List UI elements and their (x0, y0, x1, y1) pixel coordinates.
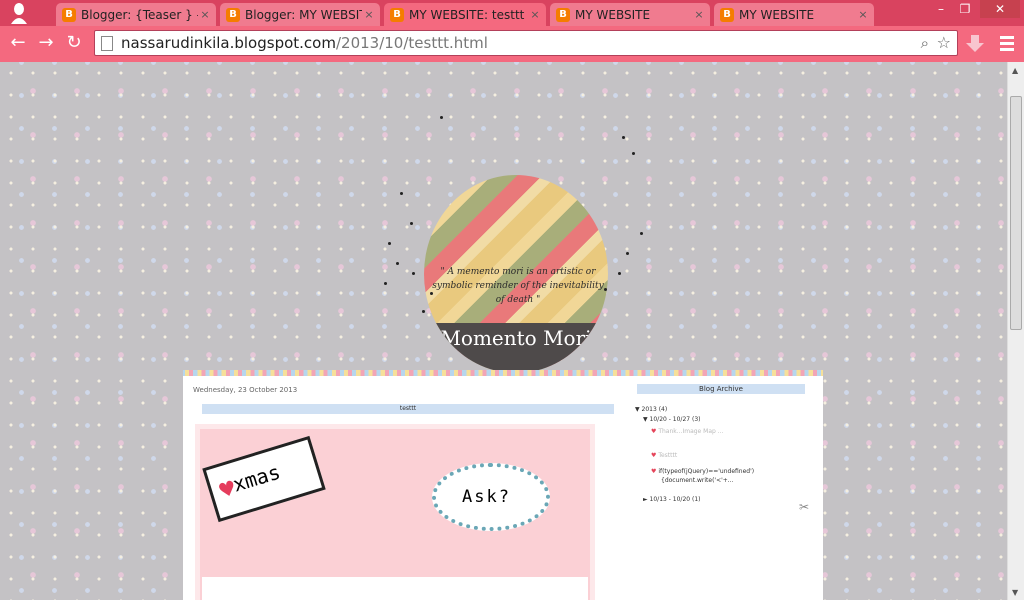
blog-archive-title: Blog Archive (637, 384, 805, 394)
xmas-label: xmas (229, 459, 284, 497)
archive-post-2[interactable]: ♥ Testttt (651, 452, 677, 459)
decorative-strip (202, 577, 588, 600)
bookmark-star-icon[interactable]: ☆ (937, 33, 951, 52)
archive-post-3[interactable]: ♥ if(typeof(jQuery)=='undefined') (651, 468, 754, 475)
blogger-favicon-icon: B (62, 7, 76, 22)
blog-main-container: Wednesday, 23 October 2013 testtt ♥ xmas… (183, 370, 823, 600)
tab-blogger-teaser[interactable]: B Blogger: {Teaser } - C × (56, 3, 216, 26)
tab-title: MY WEBSITE (575, 7, 651, 22)
blog-name: Momento Mori (440, 326, 592, 350)
tab-title: MY WEBSITE: testtt (409, 7, 525, 22)
tab-my-website-testtt[interactable]: B MY WEBSITE: testtt × (384, 3, 546, 26)
reload-button[interactable]: ↻ (62, 31, 86, 55)
profile-avatar-icon[interactable] (10, 2, 28, 24)
tab-my-website-2[interactable]: B MY WEBSITE × (714, 3, 874, 26)
heart-bullet-icon: ♥ (651, 468, 657, 475)
tools-icon[interactable]: ✂ (799, 500, 809, 514)
browser-chrome: B Blogger: {Teaser } - C × B Blogger: MY… (0, 0, 1024, 62)
scroll-up-icon[interactable]: ▲ (1012, 66, 1018, 75)
tab-close-icon[interactable]: × (198, 8, 212, 21)
page-icon (101, 36, 113, 51)
tab-my-website[interactable]: B MY WEBSITE × (550, 3, 710, 26)
close-window-button[interactable]: ✕ (980, 0, 1020, 18)
ask-label: Ask? (462, 487, 511, 507)
forward-button[interactable]: → (34, 31, 58, 55)
post-image: ♥ xmas Ask? (195, 424, 595, 600)
tab-title: Blogger: MY WEBSITE (245, 7, 362, 22)
tab-strip: B Blogger: {Teaser } - C × B Blogger: MY… (0, 0, 1024, 26)
minimize-button[interactable]: – (928, 0, 954, 18)
post-date: Wednesday, 23 October 2013 (193, 386, 298, 394)
url-text[interactable]: nassarudinkila.blogspot.com/2013/10/test… (121, 34, 488, 52)
post-title[interactable]: testtt (202, 404, 614, 414)
tab-blogger-my-website[interactable]: B Blogger: MY WEBSITE × (220, 3, 380, 26)
archive-post-3-continued[interactable]: {document.write('<'+... (661, 477, 734, 484)
archive-week-1013-1020[interactable]: ► 10/13 - 10/20 (1) (643, 496, 701, 503)
scroll-down-icon[interactable]: ▼ (1012, 588, 1018, 597)
menu-icon[interactable] (996, 33, 1018, 53)
heart-bullet-icon: ♥ (651, 428, 657, 435)
blogger-favicon-icon: B (720, 7, 734, 22)
search-icon[interactable]: ⌕ (921, 34, 929, 52)
blogger-favicon-icon: B (226, 7, 240, 22)
scroll-thumb[interactable] (1010, 96, 1022, 330)
address-bar[interactable]: nassarudinkila.blogspot.com/2013/10/test… (94, 30, 958, 56)
download-icon[interactable] (964, 33, 986, 53)
archive-post-1[interactable]: ♥ Thank...Image Map ... (651, 428, 723, 435)
tab-close-icon[interactable]: × (362, 8, 376, 21)
page-content: " A memento mori is an artistic or symbo… (0, 62, 1007, 600)
sidebar: Blog Archive (637, 384, 813, 394)
xmas-sign[interactable]: ♥ xmas (202, 435, 326, 523)
vertical-scrollbar[interactable]: ▲ ▼ (1007, 62, 1024, 600)
header-quote: " A memento mori is an artistic or symbo… (432, 267, 604, 305)
restore-button[interactable]: ❐ (952, 0, 978, 18)
tab-close-icon[interactable]: × (856, 8, 870, 21)
tab-title: Blogger: {Teaser } - C (81, 7, 198, 22)
blogger-favicon-icon: B (556, 7, 570, 22)
tab-close-icon[interactable]: × (528, 8, 542, 21)
archive-week-1020-1027[interactable]: ▼ 10/20 - 10/27 (3) (643, 416, 701, 423)
back-button[interactable]: ← (6, 31, 30, 55)
ask-bubble[interactable]: Ask? (432, 463, 550, 531)
tab-close-icon[interactable]: × (692, 8, 706, 21)
archive-year-2013[interactable]: ▼ 2013 (4) (635, 406, 667, 413)
tab-title: MY WEBSITE (739, 7, 815, 22)
blogger-favicon-icon: B (390, 7, 404, 22)
heart-bullet-icon: ♥ (651, 452, 657, 459)
blog-header-logo[interactable]: " A memento mori is an artistic or symbo… (424, 175, 608, 373)
